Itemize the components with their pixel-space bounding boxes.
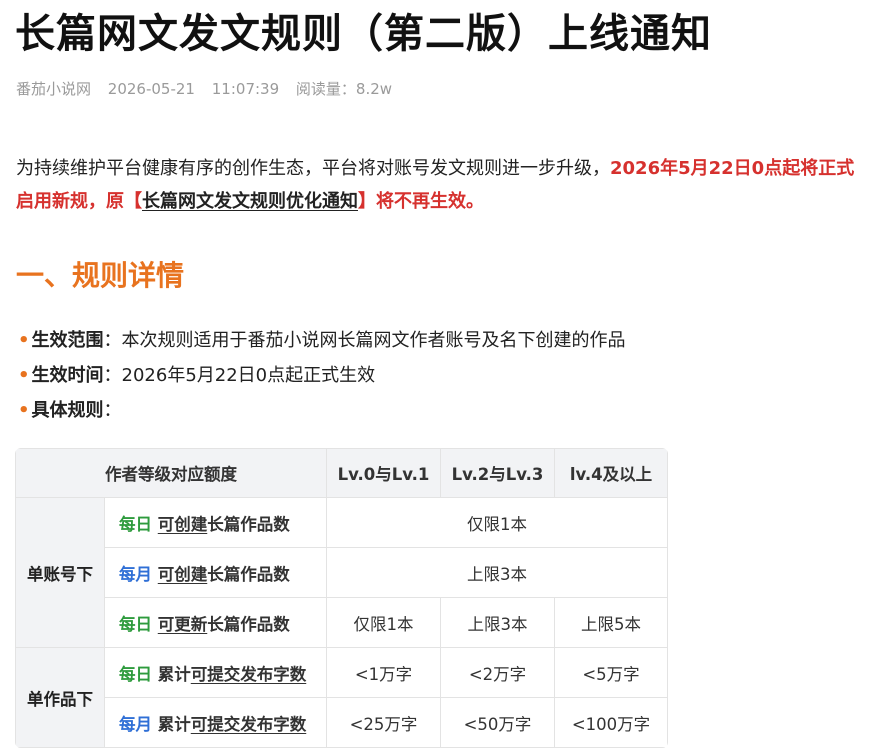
bullet-key: 生效时间 <box>31 365 104 386</box>
table-row: 每月 累计可提交发布字数 <25万字 <50万字 <100万字 <box>16 697 668 748</box>
rules-table: 作者等级对应额度 Lv.0与Lv.1 Lv.2与Lv.3 lv.4及以上 单账号… <box>15 448 668 748</box>
table-row: 每日 可更新长篇作品数 仅限1本 上限3本 上限5本 <box>16 597 668 648</box>
bullet-time: • 生效时间：2026年5月22日0点起正式生效 <box>18 358 626 393</box>
row-label: 每月 累计可提交发布字数 <box>104 697 327 748</box>
bullet-text: ： <box>103 400 122 421</box>
old-rule-link[interactable]: 长篇网文发文规则优化通知 <box>142 191 358 212</box>
cell-value: 上限5本 <box>554 597 668 648</box>
table-row: 单账号下 每日 可创建长篇作品数 仅限1本 <box>15 497 668 648</box>
article-meta: 番茄小说网 2026-05-21 11:07:39 阅读量：8.2w <box>16 78 404 99</box>
meta-source[interactable]: 番茄小说网 <box>16 80 91 98</box>
row-label: 每月 可创建长篇作品数 <box>104 547 327 598</box>
section-heading: 一、规则详情 <box>16 259 185 292</box>
intro-highlight-end: 】将不再生效。 <box>358 191 484 212</box>
bullet-dot-icon: • <box>18 330 30 351</box>
meta-reads: 阅读量：8.2w <box>295 80 393 98</box>
meta-time: 11:07:39 <box>211 80 280 98</box>
row-label: 每日 可更新长篇作品数 <box>104 597 327 648</box>
group-work: 单作品下 <box>15 647 105 748</box>
header-lv2-3: Lv.2与Lv.3 <box>440 448 555 498</box>
cell-value: <2万字 <box>440 647 555 698</box>
bullet-key: 具体规则 <box>31 400 104 421</box>
header-quota: 作者等级对应额度 <box>15 448 327 498</box>
bullet-rules: • 具体规则： <box>18 393 626 428</box>
cell-value: <50万字 <box>440 697 555 748</box>
cell-value: <1万字 <box>326 647 441 698</box>
bullet-scope: • 生效范围：本次规则适用于番茄小说网长篇网文作者账号及名下创建的作品 <box>18 323 626 358</box>
row-label: 每日 累计可提交发布字数 <box>104 647 327 698</box>
table-header-row: 作者等级对应额度 Lv.0与Lv.1 Lv.2与Lv.3 lv.4及以上 <box>15 448 668 498</box>
cell-merged: 上限3本 <box>326 547 668 598</box>
cell-merged: 仅限1本 <box>326 497 668 548</box>
table-row: 每月 可创建长篇作品数 上限3本 <box>16 547 668 598</box>
bullet-text: ：本次规则适用于番茄小说网长篇网文作者账号及名下创建的作品 <box>103 330 626 351</box>
bullet-key: 生效范围 <box>31 330 104 351</box>
group-account: 单账号下 <box>15 497 105 648</box>
row-label: 每日 可创建长篇作品数 <box>104 497 327 548</box>
meta-date: 2026-05-21 <box>107 80 195 98</box>
bullet-text: ：2026年5月22日0点起正式生效 <box>103 365 376 386</box>
intro-paragraph: 为持续维护平台健康有序的创作生态，平台将对账号发文规则进一步升级，2026年5月… <box>16 152 872 218</box>
table-row: 单作品下 每日 累计可提交发布字数 <1万字 <2万字 <5万字 <box>15 647 668 748</box>
cell-value: <5万字 <box>554 647 668 698</box>
cell-value: <100万字 <box>554 697 668 748</box>
bullet-dot-icon: • <box>18 365 30 386</box>
article-title: 长篇网文发文规则（第二版）上线通知 <box>15 11 712 57</box>
header-lv0-1: Lv.0与Lv.1 <box>326 448 441 498</box>
cell-value: <25万字 <box>326 697 441 748</box>
cell-value: 上限3本 <box>440 597 555 648</box>
bullet-dot-icon: • <box>18 400 30 421</box>
intro-text: 为持续维护平台健康有序的创作生态，平台将对账号发文规则进一步升级， <box>16 158 610 179</box>
cell-value: 仅限1本 <box>326 597 441 648</box>
header-lv4: lv.4及以上 <box>554 448 668 498</box>
rule-bullets: • 生效范围：本次规则适用于番茄小说网长篇网文作者账号及名下创建的作品 • 生效时间… <box>18 323 626 428</box>
